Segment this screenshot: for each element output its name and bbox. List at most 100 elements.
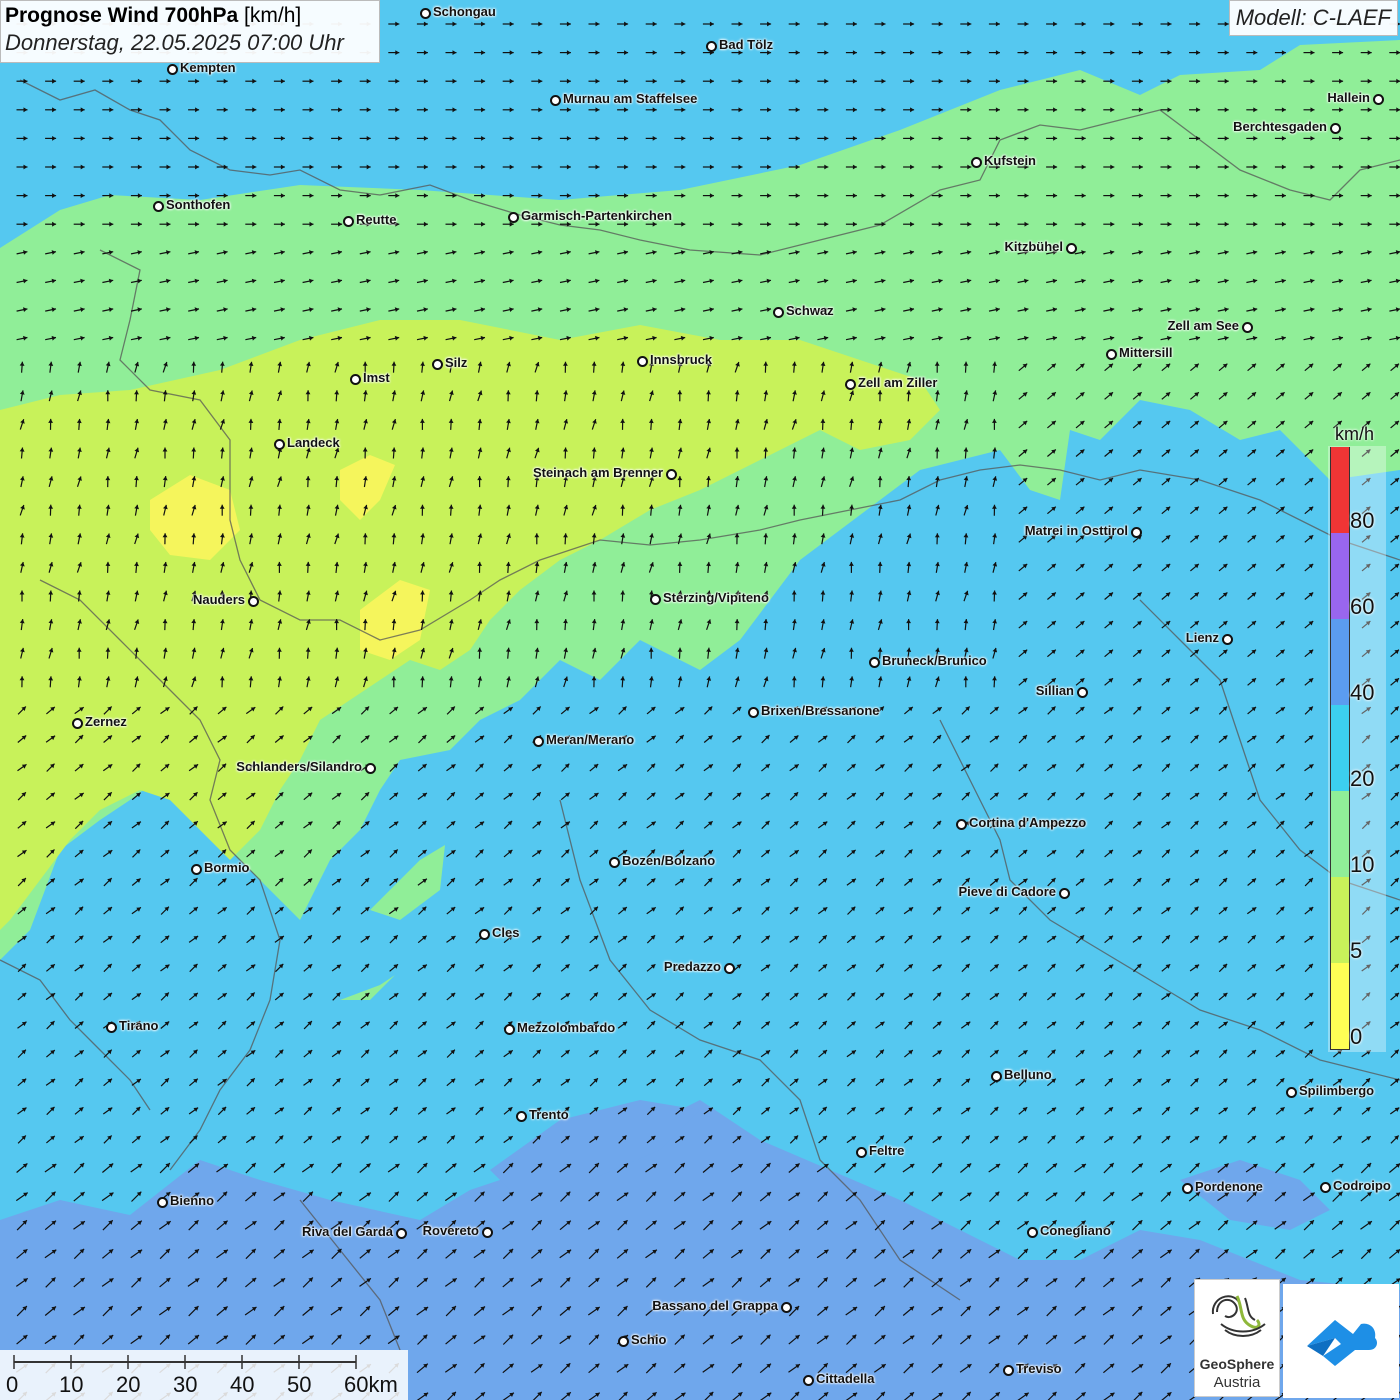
city-marker [1003, 1365, 1014, 1376]
city-marker [157, 1197, 168, 1208]
city-marker [1373, 94, 1384, 105]
geosphere-subtitle: Austria [1213, 1374, 1261, 1391]
city-marker [666, 469, 677, 480]
city-marker [1066, 243, 1077, 254]
city-marker [773, 307, 784, 318]
city-marker [1027, 1227, 1038, 1238]
city-label: Berchtesgaden [1233, 119, 1327, 134]
legend-color-bar [1330, 447, 1350, 1050]
city-marker [1222, 634, 1233, 645]
city-label: Pieve di Cadore [958, 884, 1056, 899]
city-label: Imst [363, 370, 390, 385]
model-label: Modell: C-LAEF [1228, 0, 1398, 36]
city-marker [365, 763, 376, 774]
map-title-unit: [km/h] [244, 4, 302, 27]
city-marker [396, 1228, 407, 1239]
geosphere-name: GeoSphere [1199, 1356, 1275, 1372]
scale-label: 10 [59, 1372, 84, 1397]
city-marker [650, 594, 661, 605]
city-label: Bad Tölz [719, 37, 774, 52]
city-marker [991, 1071, 1002, 1082]
city-marker [845, 379, 856, 390]
city-label: Bassano del Grappa [652, 1298, 778, 1313]
city-marker [72, 718, 83, 729]
city-marker [432, 359, 443, 370]
city-marker [1320, 1182, 1331, 1193]
city-label: Bormio [204, 860, 250, 875]
legend-label: 40 [1350, 680, 1375, 705]
map-view[interactable]: Prognose Wind 700hPa [km/h] Donnerstag, … [0, 0, 1400, 1400]
city-marker [167, 64, 178, 75]
city-label: Zell am Ziller [858, 375, 938, 390]
city-label: Conegliano [1040, 1223, 1111, 1238]
legend-segment [1331, 705, 1349, 791]
legend-segment [1331, 533, 1349, 619]
city-label: Zell am See [1167, 318, 1239, 333]
city-label: Landeck [287, 435, 340, 450]
city-label: Belluno [1004, 1067, 1052, 1082]
city-marker [1242, 322, 1253, 333]
city-label: Sonthofen [166, 197, 231, 212]
map-title-text: Prognose Wind 700hPa [5, 4, 239, 27]
scale-label: 40 [230, 1372, 255, 1397]
legend-label: 20 [1350, 766, 1375, 791]
city-label: Kufstein [984, 153, 1036, 168]
city-label: Codroipo [1333, 1178, 1391, 1193]
title-box: Prognose Wind 700hPa [km/h] Donnerstag, … [0, 0, 380, 63]
city-label: Spilimbergo [1299, 1083, 1375, 1098]
scale-label: 20 [116, 1372, 141, 1397]
legend-segment [1331, 791, 1349, 877]
city-marker [508, 212, 519, 223]
city-marker [153, 201, 164, 212]
city-label: Nauders [192, 592, 245, 607]
city-marker [637, 356, 648, 367]
city-label: Bruneck/Brunico [882, 653, 987, 668]
city-marker [1182, 1183, 1193, 1194]
city-label: Murnau am Staffelsee [563, 91, 698, 106]
city-label: Mittersill [1119, 345, 1173, 360]
scale-label: 60km [344, 1372, 398, 1397]
city-label: Schwaz [786, 303, 834, 318]
legend-label: 10 [1350, 852, 1375, 877]
city-marker [482, 1227, 493, 1238]
city-marker [550, 95, 561, 106]
geosphere-logo[interactable]: GeoSphere Austria [1194, 1279, 1280, 1397]
city-label: Brixen/Bressanone [761, 703, 880, 718]
city-label: Bienno [170, 1193, 215, 1208]
legend-label: 80 [1350, 508, 1375, 533]
city-marker [856, 1147, 867, 1158]
city-marker [1330, 123, 1341, 134]
map-title: Prognose Wind 700hPa [km/h] [5, 4, 375, 28]
city-marker [971, 157, 982, 168]
city-marker [106, 1022, 117, 1033]
scale-label: 0 [6, 1372, 19, 1397]
city-label: Pordenone [1195, 1179, 1263, 1194]
legend-label: 0 [1350, 1024, 1363, 1049]
city-label: Feltre [869, 1143, 905, 1158]
city-label: Riva del Garda [301, 1224, 393, 1239]
forecast-time: Donnerstag, 22.05.2025 07:00 Uhr [5, 30, 344, 55]
legend-segment [1331, 447, 1349, 533]
city-marker [191, 864, 202, 875]
city-marker [1077, 687, 1088, 698]
city-marker [706, 41, 717, 52]
city-marker [869, 657, 880, 668]
city-label: Rovereto [422, 1223, 479, 1238]
city-marker [803, 1375, 814, 1386]
city-label: Meran/Merano [546, 732, 635, 747]
city-marker [420, 8, 431, 19]
legend-label: 5 [1350, 938, 1363, 963]
city-label: Schongau [433, 4, 496, 19]
city-label: Bozen/Bolzano [622, 853, 716, 868]
city-label: Hallein [1327, 90, 1370, 105]
city-label: Innsbruck [650, 352, 713, 367]
weather-app-logo[interactable] [1283, 1284, 1399, 1398]
city-label: Zernez [85, 714, 127, 729]
weather-app-icon [1307, 1320, 1377, 1366]
city-label: Schlanders/Silandro [236, 759, 362, 774]
city-marker [343, 216, 354, 227]
city-label: Trento [529, 1107, 569, 1122]
city-label: Lienz [1185, 630, 1219, 645]
city-label: Matrei in Osttirol [1024, 523, 1128, 538]
city-label: Predazzo [663, 959, 721, 974]
